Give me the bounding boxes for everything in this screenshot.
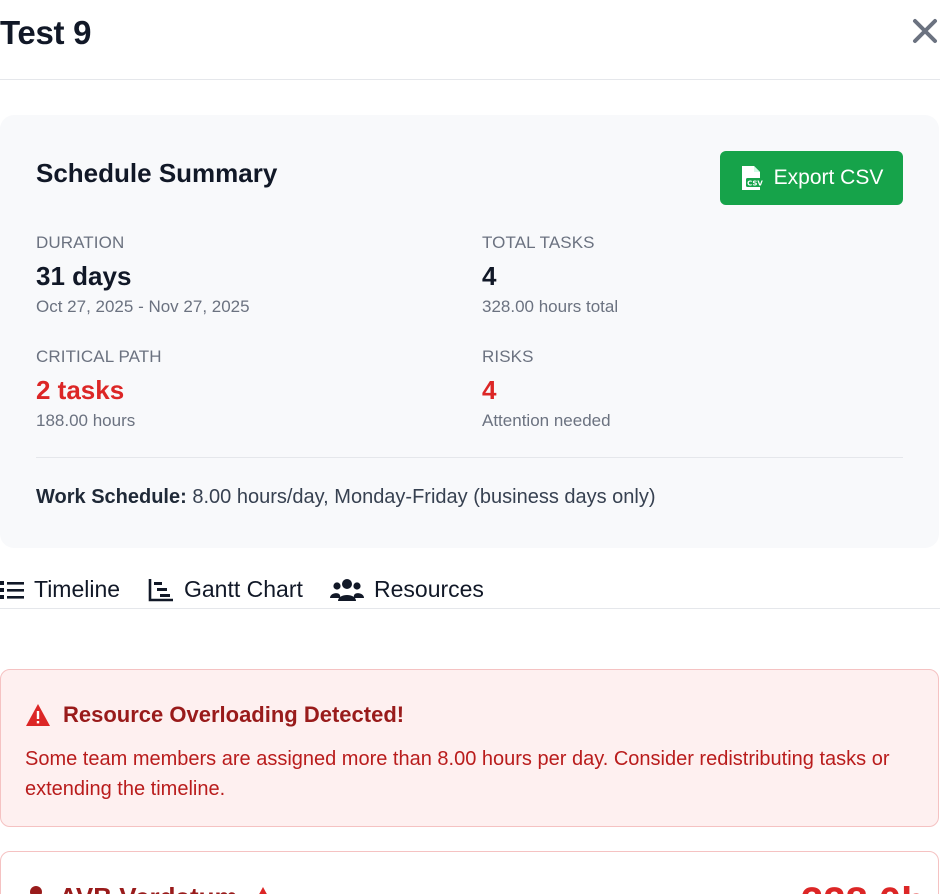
risks-sub: Attention needed (482, 411, 611, 430)
modal-title: Test 9 (0, 14, 92, 51)
tab-timeline[interactable]: Timeline (0, 576, 120, 603)
users-icon (330, 578, 364, 601)
close-button[interactable] (910, 14, 940, 48)
schedule-summary-card: Schedule Summary CSV Export CSV DURATION… (0, 115, 939, 548)
work-schedule-text: 8.00 hours/day, Monday-Friday (business … (186, 486, 656, 508)
critical-path-label: CRITICAL PATH (36, 347, 162, 366)
close-icon (913, 19, 937, 43)
duration-dates: Oct 27, 2025 - Nov 27, 2025 (36, 297, 250, 316)
warning-icon (258, 886, 267, 894)
tab-resources[interactable]: Resources (330, 576, 484, 603)
critical-path-value: 2 tasks (36, 375, 125, 405)
total-tasks-value: 4 (482, 261, 497, 291)
export-csv-button[interactable]: CSV Export CSV (720, 151, 903, 205)
modal-header: Test 9 (0, 0, 940, 80)
alert-title: Resource Overloading Detected! (25, 702, 404, 728)
critical-path-stat: CRITICAL PATH 2 tasks 188.00 hours (36, 347, 162, 431)
risks-stat: RISKS 4 Attention needed (482, 347, 611, 431)
resource-hours: 328.0h (801, 880, 926, 894)
work-schedule: Work Schedule: 8.00 hours/day, Monday-Fr… (36, 486, 656, 509)
gantt-chart-icon (148, 578, 173, 601)
duration-value: 31 days (36, 261, 132, 291)
tab-resources-label: Resources (374, 576, 484, 602)
overload-alert: Resource Overloading Detected! Some team… (0, 669, 939, 827)
view-tabs: Timeline Gantt Chart Resources (0, 572, 940, 609)
summary-divider (36, 457, 903, 458)
warning-icon (26, 704, 50, 726)
duration-label: DURATION (36, 233, 125, 252)
total-hours: 328.00 hours total (482, 297, 619, 316)
total-tasks-label: TOTAL TASKS (482, 233, 595, 252)
duration-stat: DURATION 31 days Oct 27, 2025 - Nov 27, … (36, 233, 250, 317)
export-csv-label: Export CSV (773, 166, 884, 189)
work-schedule-label: Work Schedule: (36, 486, 187, 508)
csv-file-icon: CSV (741, 166, 764, 190)
summary-title: Schedule Summary (36, 158, 278, 188)
svg-text:CSV: CSV (747, 180, 763, 188)
tab-timeline-label: Timeline (34, 576, 121, 602)
resource-card[interactable]: AVB Verdatum 328.0h (0, 851, 939, 894)
tab-gantt-chart[interactable]: Gantt Chart (148, 576, 303, 603)
resource-name: AVB Verdatum (25, 882, 276, 894)
alert-message: Some team members are assigned more than… (25, 748, 890, 800)
critical-path-hours: 188.00 hours (36, 411, 136, 430)
list-icon (0, 580, 24, 599)
tab-gantt-chart-label: Gantt Chart (184, 576, 303, 602)
user-icon (30, 885, 42, 894)
risks-label: RISKS (482, 347, 534, 366)
alert-title-text: Resource Overloading Detected! (63, 702, 405, 727)
resource-name-text: AVB Verdatum (59, 882, 238, 894)
total-tasks-stat: TOTAL TASKS 4 328.00 hours total (482, 233, 618, 317)
risks-value: 4 (482, 375, 497, 405)
